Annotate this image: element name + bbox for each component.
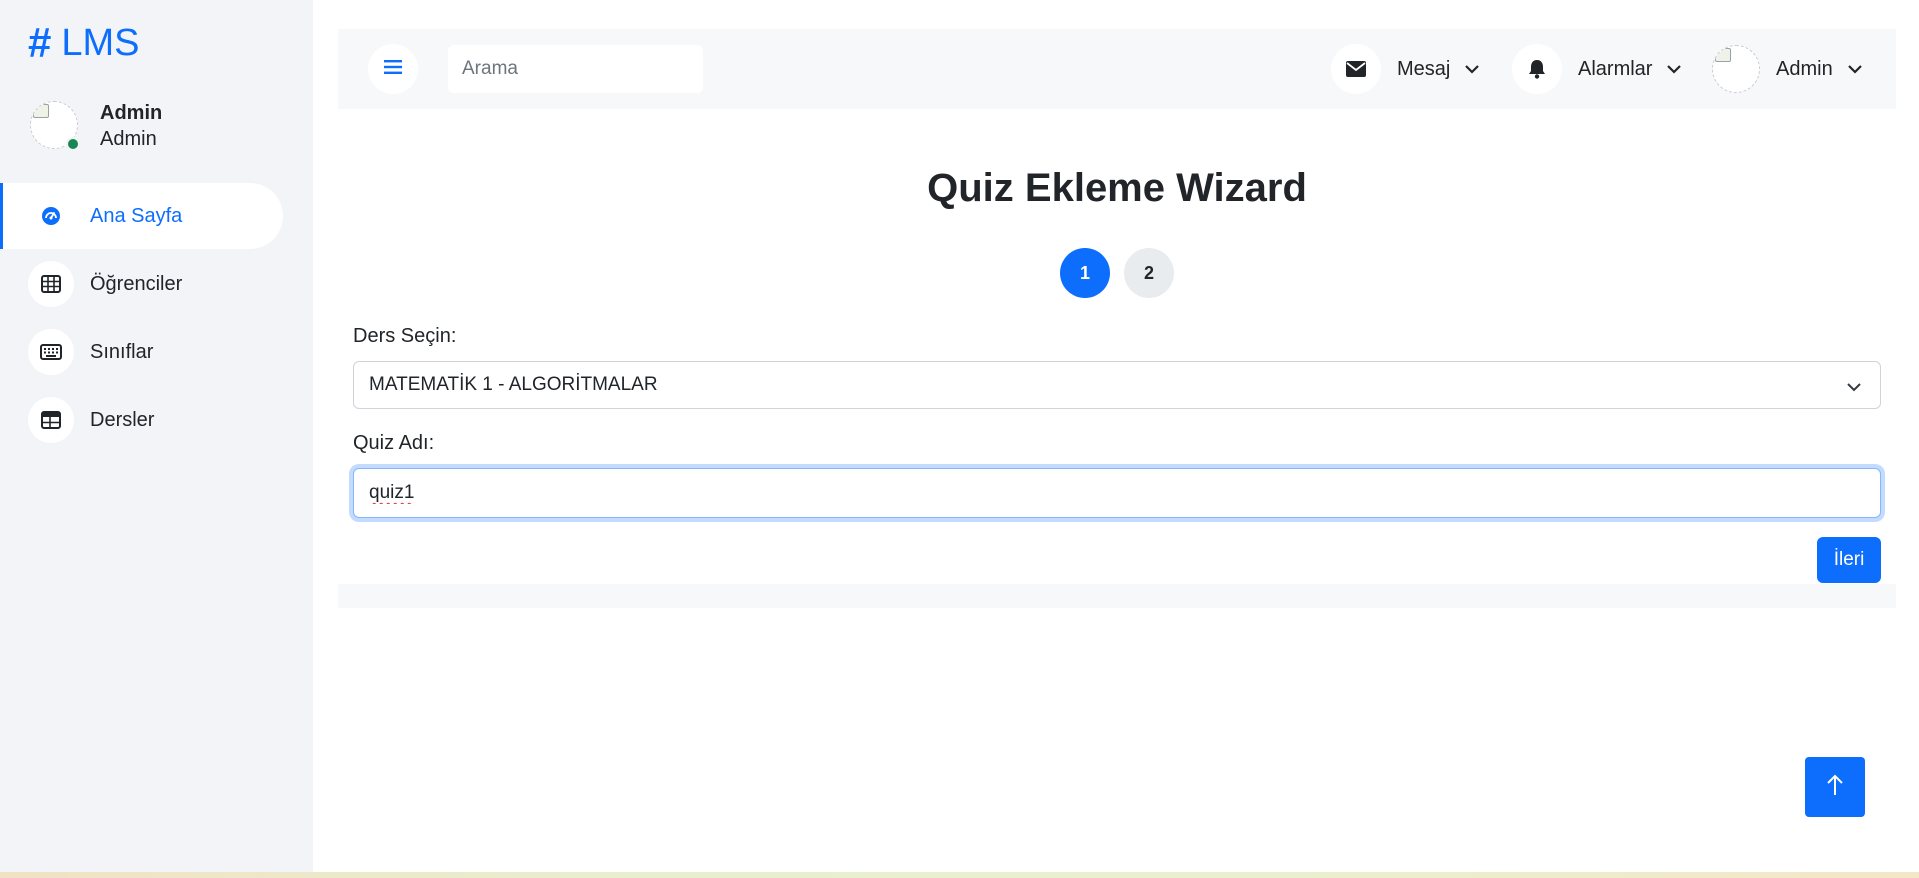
arrow-up-icon bbox=[1825, 773, 1845, 802]
quiz-name-label: Quiz Adı: bbox=[353, 432, 435, 454]
quiz-name-input[interactable] bbox=[353, 468, 1881, 518]
sidebar-item-label: Öğrenciler bbox=[90, 272, 183, 295]
bell-icon bbox=[1512, 44, 1562, 94]
messages-dropdown[interactable]: Mesaj bbox=[1331, 44, 1480, 94]
wizard-step-2[interactable]: 2 bbox=[1124, 248, 1174, 298]
wizard-steps: 1 2 bbox=[1060, 248, 1174, 298]
user-profile: Admin Admin bbox=[30, 100, 162, 152]
brand-hash-icon: # bbox=[28, 19, 52, 66]
table-grid-icon bbox=[28, 261, 74, 307]
page-title: Quiz Ekleme Wizard bbox=[927, 166, 1307, 210]
back-to-top-button[interactable] bbox=[1805, 757, 1865, 817]
sidebar-item-label: Dersler bbox=[90, 408, 155, 431]
alerts-label: Alarmlar bbox=[1578, 57, 1653, 80]
chevron-down-icon bbox=[1666, 64, 1682, 74]
next-button[interactable]: İleri bbox=[1817, 537, 1881, 583]
course-select-label: Ders Seçin: bbox=[353, 325, 457, 347]
sidebar-item-ana-sayfa[interactable]: Ana Sayfa bbox=[0, 183, 283, 249]
sidebar-nav: Ana Sayfa Öğrenciler Sınıflar Dersler bbox=[0, 183, 313, 455]
brand-name: LMS bbox=[61, 21, 140, 64]
online-status-dot bbox=[66, 137, 80, 151]
user-info: Admin Admin bbox=[100, 100, 162, 152]
avatar bbox=[30, 101, 80, 151]
user-role: Admin bbox=[100, 128, 157, 150]
sidebar-item-label: Ana Sayfa bbox=[90, 204, 183, 227]
content-footer-strip bbox=[338, 584, 1896, 608]
sidebar-item-siniflar[interactable]: Sınıflar bbox=[0, 319, 313, 385]
course-selected-value: MATEMATİK 1 - ALGORİTMALAR bbox=[369, 374, 658, 395]
messages-label: Mesaj bbox=[1397, 57, 1451, 80]
table-list-icon bbox=[28, 397, 74, 443]
sidebar-item-label: Sınıflar bbox=[90, 340, 154, 363]
account-label: Admin bbox=[1776, 57, 1833, 80]
window-bottom-edge bbox=[0, 872, 1919, 878]
user-name: Admin bbox=[100, 102, 163, 124]
search-input[interactable] bbox=[448, 45, 703, 93]
chevron-down-icon bbox=[1464, 64, 1480, 74]
alerts-dropdown[interactable]: Alarmlar bbox=[1512, 44, 1682, 94]
account-dropdown[interactable]: Admin bbox=[1712, 44, 1863, 94]
envelope-icon bbox=[1331, 44, 1381, 94]
course-select[interactable]: MATEMATİK 1 - ALGORİTMALAR bbox=[353, 361, 1881, 409]
avatar bbox=[1712, 45, 1760, 93]
wizard-step-1[interactable]: 1 bbox=[1060, 248, 1110, 298]
top-navbar: Mesaj Alarmlar Admin bbox=[338, 29, 1896, 109]
hamburger-menu-icon bbox=[384, 59, 402, 80]
brand-logo[interactable]: # LMS bbox=[28, 18, 140, 68]
sidebar-toggle-button[interactable] bbox=[368, 44, 418, 94]
sidebar-item-dersler[interactable]: Dersler bbox=[0, 387, 313, 453]
chevron-down-icon bbox=[1846, 376, 1862, 398]
sidebar: # LMS Admin Admin Ana Sayfa Öğrenciler S… bbox=[0, 0, 313, 872]
sidebar-item-ogrenciler[interactable]: Öğrenciler bbox=[0, 251, 313, 317]
dashboard-gauge-icon bbox=[28, 193, 74, 239]
chevron-down-icon bbox=[1847, 64, 1863, 74]
keyboard-icon bbox=[28, 329, 74, 375]
